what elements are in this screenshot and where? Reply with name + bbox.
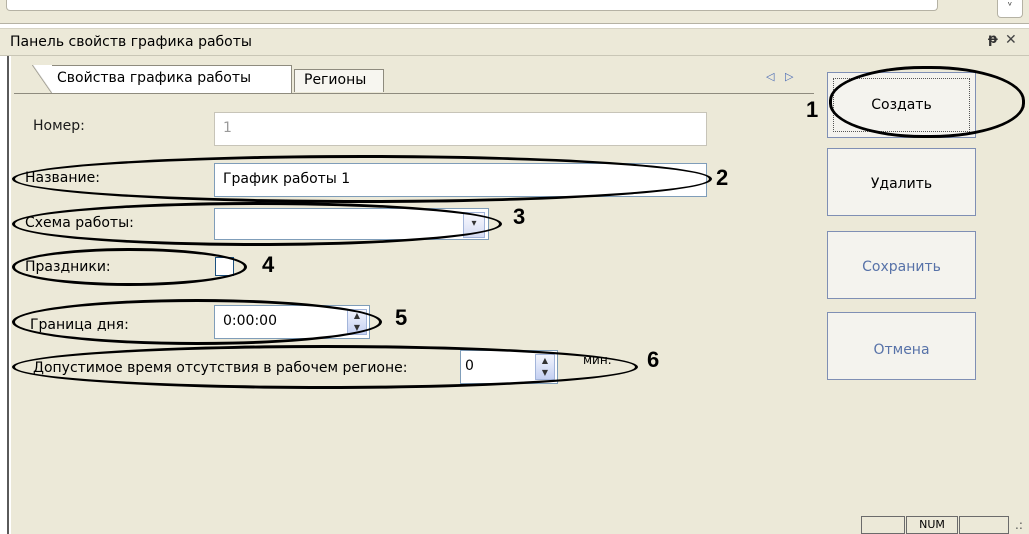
number-label: Номер: bbox=[33, 118, 85, 134]
save-button[interactable]: Сохранить bbox=[827, 231, 976, 299]
close-icon[interactable]: ✕ bbox=[1005, 32, 1019, 50]
annotation-oval-2 bbox=[12, 155, 712, 203]
resize-grip-icon[interactable]: .: bbox=[1015, 518, 1023, 532]
status-cell bbox=[959, 516, 1009, 534]
annotation-number-2: 2 bbox=[716, 165, 729, 190]
tab-divider bbox=[14, 93, 814, 94]
tab-scroll-right-icon[interactable]: ▷ bbox=[785, 70, 793, 83]
delete-button[interactable]: Удалить bbox=[827, 148, 976, 216]
panel-title: Панель свойств графика работы bbox=[10, 34, 252, 50]
tab-regions[interactable]: Регионы bbox=[294, 69, 384, 92]
annotation-oval-1 bbox=[829, 66, 1025, 138]
panel-header: Панель свойств графика работы ᵽ ✕ bbox=[0, 28, 1029, 56]
top-strip: ᵛ bbox=[0, 0, 1029, 24]
cancel-button[interactable]: Отмена bbox=[827, 312, 976, 380]
tab-bar: Свойства графика работы Регионы ◁ ▷ bbox=[14, 62, 814, 94]
save-button-label: Сохранить bbox=[862, 259, 941, 275]
left-edge bbox=[0, 56, 9, 534]
annotation-number-3: 3 bbox=[513, 204, 526, 229]
status-cell bbox=[861, 516, 905, 534]
annotation-oval-6 bbox=[12, 345, 638, 389]
toolbar-edge bbox=[6, 0, 938, 11]
annotation-oval-3 bbox=[12, 202, 502, 246]
annotation-number-4: 4 bbox=[262, 252, 275, 277]
tab-scroll-left-icon[interactable]: ◁ bbox=[766, 70, 774, 83]
annotation-number-1: 1 bbox=[806, 97, 819, 122]
annotation-oval-4 bbox=[12, 248, 247, 286]
scroll-down-icon[interactable]: ᵛ bbox=[997, 0, 1023, 18]
delete-button-label: Удалить bbox=[870, 176, 933, 192]
annotation-number-6: 6 bbox=[647, 347, 660, 372]
pin-icon[interactable]: ᵽ bbox=[988, 32, 1002, 50]
tab-schedule-properties[interactable]: Свойства графика работы bbox=[32, 65, 292, 94]
tab-label: Регионы bbox=[304, 72, 367, 88]
annotation-oval-5 bbox=[12, 299, 382, 345]
cancel-button-label: Отмена bbox=[873, 342, 930, 358]
annotation-number-5: 5 bbox=[395, 305, 408, 330]
number-field: 1 bbox=[214, 112, 707, 146]
status-num-lock: NUM bbox=[906, 516, 958, 534]
tab-label: Свойства графика работы bbox=[57, 70, 252, 86]
